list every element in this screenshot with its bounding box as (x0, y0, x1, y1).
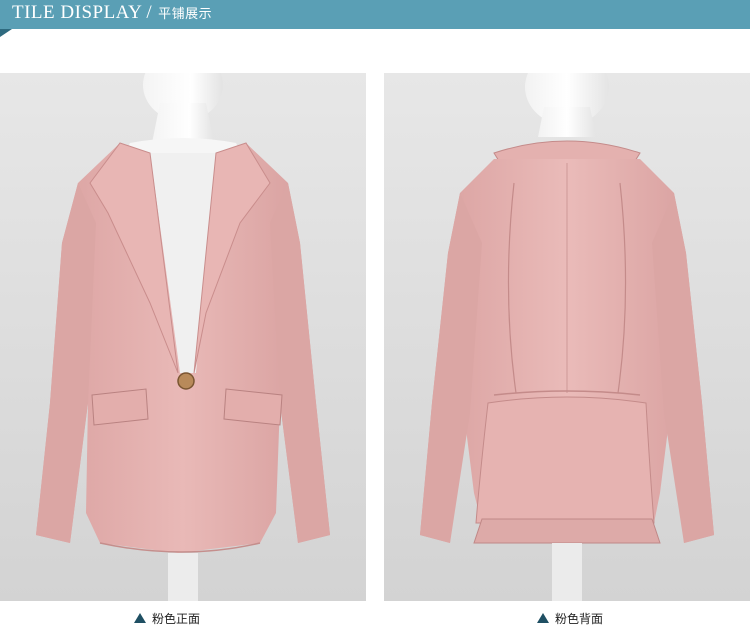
product-photo-back (384, 73, 750, 601)
caption-front-text: 粉色正面 (152, 611, 201, 626)
header-accent-notch (0, 29, 12, 37)
triangle-up-icon (134, 613, 146, 623)
caption-back-text: 粉色背面 (555, 611, 604, 626)
caption-back: 粉色背面 (537, 609, 603, 627)
section-title: TILE DISPLAY / 平铺展示 (12, 2, 212, 24)
section-title-cn: 平铺展示 (158, 7, 213, 22)
product-photo-front (0, 73, 366, 601)
caption-front: 粉色正面 (134, 609, 200, 627)
section-title-en: TILE DISPLAY (12, 2, 143, 23)
triangle-up-icon (537, 613, 549, 623)
title-separator: / (146, 2, 153, 23)
section-header-bar: TILE DISPLAY / 平铺展示 (0, 0, 750, 29)
